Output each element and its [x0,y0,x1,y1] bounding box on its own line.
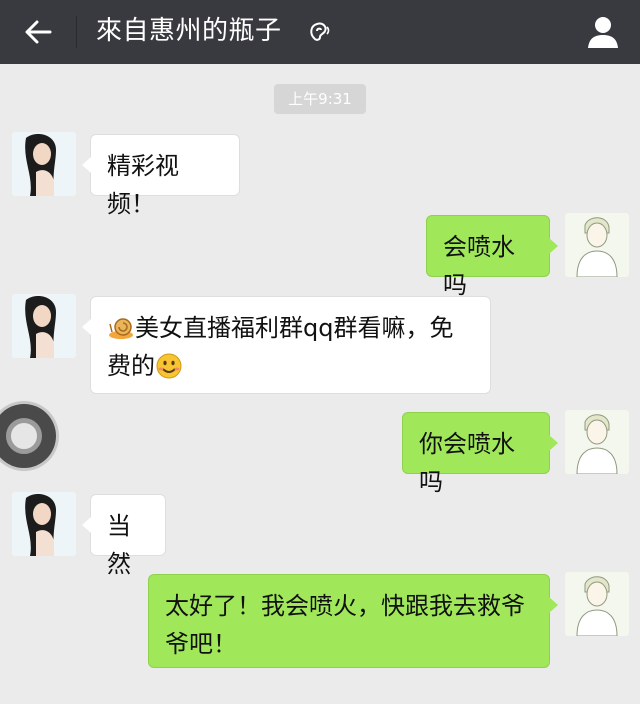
profile-button[interactable] [580,10,626,54]
my-avatar[interactable] [565,410,629,474]
message-bubble-outgoing[interactable]: 你会喷水吗 [402,412,558,496]
message-text: 会喷水吗 [443,233,515,299]
message-text: 精彩视频！ [107,152,179,218]
contact-avatar[interactable] [12,132,76,196]
message-text: 当然 [107,512,131,578]
my-avatar[interactable] [565,213,629,277]
top-bar: 來自惠州的瓶子 [0,0,640,64]
arrow-left-icon [25,20,52,44]
message-line: 太好了！我会喷火，快跟我去救爷 [165,592,525,620]
ear-icon[interactable] [306,18,332,44]
my-avatar-image [565,572,629,636]
floating-assist-button[interactable] [0,404,56,468]
assist-ring-icon [6,418,42,454]
message-bubble-outgoing[interactable]: 太好了！我会喷火，快跟我去救爷 爷吧！ [148,574,558,668]
smiley-emoji-icon [156,353,182,379]
message-text: 你会喷水吗 [419,430,515,496]
message-bubble-incoming[interactable]: 美女直播福利群qq群看嘛，免 费的 [82,296,491,394]
message-line: 爷吧！ [165,630,237,658]
my-avatar[interactable] [565,572,629,636]
contact-avatar-image [12,132,76,196]
chat-title: 來自惠州的瓶子 [96,16,282,46]
person-icon [588,17,618,48]
my-avatar-image [565,213,629,277]
message-line: 美女直播福利群qq群看嘛，免 [107,309,474,347]
back-button[interactable] [12,10,64,54]
snail-emoji-icon [109,318,133,339]
message-bubble-outgoing[interactable]: 会喷水吗 [426,215,558,299]
contact-avatar[interactable] [12,492,76,556]
message-bubble-incoming[interactable]: 当然 [82,494,166,578]
message-bubble-incoming[interactable]: 精彩视频！ [82,134,240,218]
contact-avatar-image [12,492,76,556]
header-divider [76,16,77,48]
contact-avatar-image [12,294,76,358]
message-text: 美女直播福利群qq群看嘛，免 [135,314,454,342]
message-text: 费的 [107,352,155,380]
my-avatar-image [565,410,629,474]
message-line: 费的 [107,347,474,385]
contact-avatar[interactable] [12,294,76,358]
message-timestamp: 上午9:31 [274,84,366,114]
